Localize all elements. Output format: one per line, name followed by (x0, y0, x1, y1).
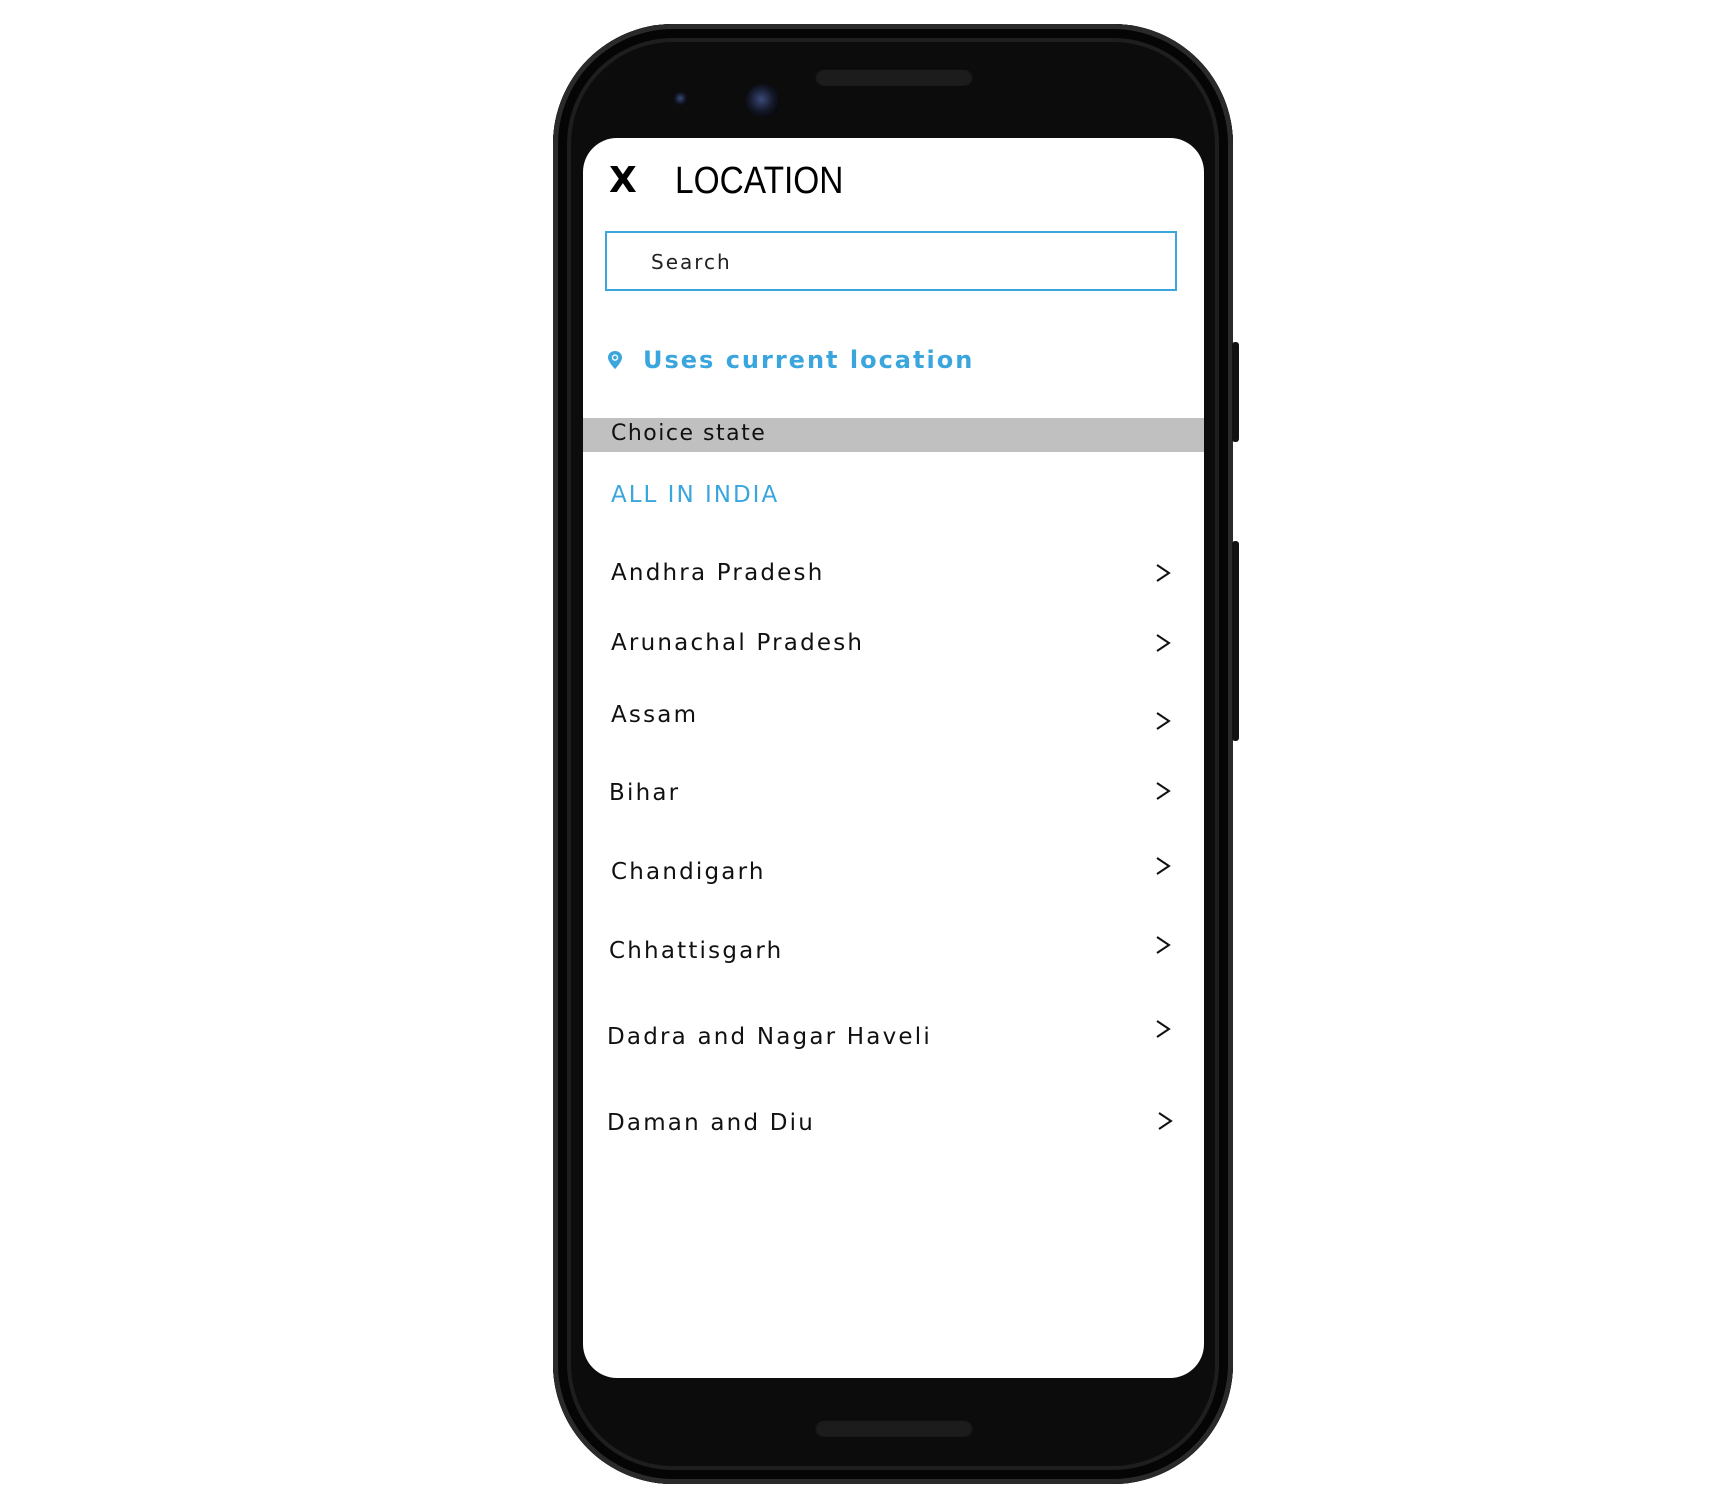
list-item-dadra-and-nagar-haveli[interactable]: Dadra and Nagar Haveli (583, 1012, 1204, 1072)
list-item-bihar[interactable]: Bihar (583, 768, 1204, 828)
list-item-label: Andhra Pradesh (611, 560, 825, 586)
section-header: Choice state (583, 418, 1204, 452)
chevron-right-icon (1156, 1020, 1171, 1038)
location-pin-icon (608, 351, 622, 369)
volume-button (1232, 541, 1239, 741)
chevron-right-icon (1156, 712, 1171, 730)
list-item-label: Daman and Diu (607, 1110, 816, 1136)
bottom-speaker (815, 1419, 973, 1437)
list-item-chhattisgarh[interactable]: Chhattisgarh (583, 926, 1204, 986)
chevron-right-icon (1156, 936, 1171, 954)
location-screen: X LOCATION Uses current location Choice … (583, 138, 1204, 1378)
front-camera (746, 84, 780, 118)
list-item-label: Chandigarh (611, 859, 766, 885)
use-current-location-button[interactable]: Uses current location (607, 346, 974, 374)
close-button[interactable]: X (609, 160, 637, 201)
device-stage: X LOCATION Uses current location Choice … (0, 0, 1732, 1500)
list-item-label: Dadra and Nagar Haveli (607, 1024, 932, 1050)
earpiece-speaker (815, 68, 973, 86)
page-title: LOCATION (675, 160, 844, 202)
search-input[interactable] (649, 233, 1153, 291)
chevron-right-icon (1156, 857, 1171, 875)
list-item-andhra-pradesh[interactable]: Andhra Pradesh (583, 548, 1204, 608)
list-item-assam[interactable]: Assam (583, 690, 1204, 750)
list-item-label: Assam (611, 702, 699, 728)
search-field[interactable] (605, 231, 1177, 291)
list-item-arunachal-pradesh[interactable]: Arunachal Pradesh (583, 618, 1204, 678)
chevron-right-icon (1156, 634, 1171, 652)
front-sensor (674, 92, 688, 106)
list-item-daman-and-diu[interactable]: Daman and Diu (583, 1098, 1204, 1158)
all-in-india-option[interactable]: ALL IN INDIA (611, 482, 779, 508)
list-item-label: Arunachal Pradesh (611, 630, 865, 656)
chevron-right-icon (1156, 782, 1171, 800)
chevron-right-icon (1156, 564, 1171, 582)
current-location-label: Uses current location (643, 346, 975, 374)
chevron-right-icon (1158, 1112, 1173, 1130)
power-button (1232, 342, 1239, 442)
list-item-label: Bihar (609, 780, 681, 806)
section-header-label: Choice state (611, 421, 767, 446)
list-item-chandigarh[interactable]: Chandigarh (583, 847, 1204, 907)
list-item-label: Chhattisgarh (609, 938, 784, 964)
